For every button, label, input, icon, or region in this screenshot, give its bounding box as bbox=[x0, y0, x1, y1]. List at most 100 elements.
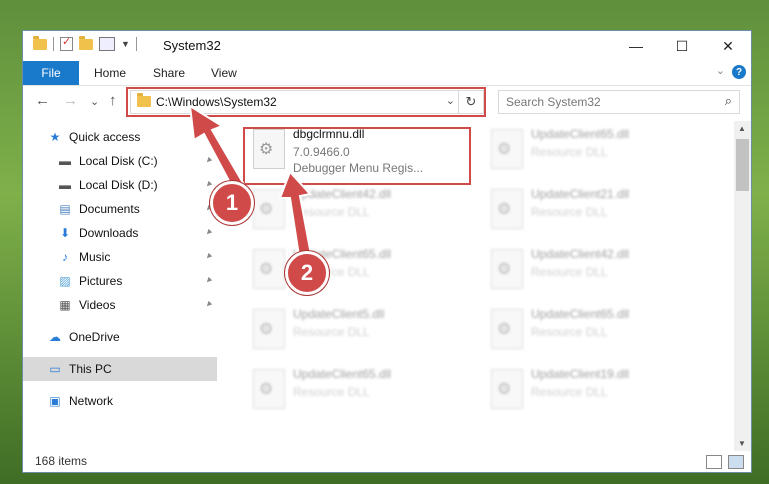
sidebar-item[interactable]: ♪ Music ▾ bbox=[23, 245, 217, 269]
file-item[interactable]: UpdateClient19.dll Resource DLL bbox=[483, 363, 705, 417]
file-name: UpdateClient65.dll bbox=[293, 367, 392, 381]
tab-file[interactable]: File bbox=[23, 61, 79, 85]
sidebar-item[interactable]: ▤ Documents ▾ bbox=[23, 197, 217, 221]
file-item[interactable]: UpdateClient65.dll Resource DLL bbox=[245, 363, 467, 417]
expand-ribbon-icon[interactable]: ⌄ bbox=[716, 64, 725, 77]
file-highlight-box bbox=[243, 127, 471, 185]
toolbar-separator bbox=[53, 37, 54, 51]
sidebar-item[interactable]: ⬇ Downloads ▾ bbox=[23, 221, 217, 245]
dll-file-icon bbox=[491, 249, 523, 289]
sidebar-item-label: Local Disk (C:) bbox=[79, 154, 158, 168]
file-type: Resource DLL bbox=[293, 385, 370, 399]
file-name: UpdateClient65.dll bbox=[531, 127, 630, 141]
file-item[interactable]: UpdateClient65.dll Resource DLL bbox=[483, 123, 705, 177]
item-count: 168 items bbox=[35, 454, 88, 468]
new-folder-icon[interactable] bbox=[79, 35, 93, 50]
navigation-bar: ← → ⌄ ↑ C:\Windows\System32 ⌄ ↻ Search S… bbox=[23, 86, 751, 118]
file-name: UpdateClient42.dll bbox=[293, 187, 392, 201]
help-icon[interactable]: ? bbox=[732, 65, 746, 79]
tab-home[interactable]: Home bbox=[94, 61, 126, 85]
pin-icon[interactable]: ▾ bbox=[203, 299, 214, 310]
file-name: UpdateClient19.dll bbox=[531, 367, 630, 381]
details-view-icon[interactable] bbox=[706, 455, 722, 469]
ribbon-tabs: File Home Share View ⌄ ? bbox=[23, 61, 751, 86]
sidebar-item[interactable]: ▬ Local Disk (C:) ▾ bbox=[23, 149, 217, 173]
network-icon: ▣ bbox=[49, 394, 61, 408]
file-item[interactable]: UpdateClient65.dllResource DLL bbox=[483, 303, 705, 357]
status-bar: 168 items bbox=[23, 451, 751, 472]
sidebar-item[interactable]: ▭ This PC bbox=[23, 357, 217, 381]
dll-file-icon bbox=[491, 309, 523, 349]
dll-file-icon bbox=[253, 309, 285, 349]
dll-file-icon bbox=[491, 369, 523, 409]
close-button[interactable]: ✕ bbox=[705, 31, 751, 61]
sidebar-item[interactable]: ▨ Pictures ▾ bbox=[23, 269, 217, 293]
search-placeholder: Search System32 bbox=[506, 95, 601, 109]
pin-icon[interactable]: ▾ bbox=[203, 227, 214, 238]
pictures-icon: ▨ bbox=[59, 274, 71, 288]
sidebar-item-label: Videos bbox=[79, 298, 116, 312]
properties-icon[interactable] bbox=[99, 37, 115, 51]
cloud-icon: ☁ bbox=[49, 330, 61, 344]
drive-icon: ▬ bbox=[59, 154, 71, 168]
tab-share[interactable]: Share bbox=[153, 61, 185, 85]
minimize-button[interactable]: — bbox=[613, 31, 659, 61]
address-highlight-box bbox=[126, 87, 486, 117]
file-item[interactable]: UpdateClient21.dll Resource DLL bbox=[483, 183, 705, 237]
pin-icon[interactable]: ▾ bbox=[203, 155, 214, 166]
file-item[interactable]: UpdateClient42.dll Resource DLL bbox=[245, 183, 467, 237]
star-icon: ★ bbox=[49, 130, 61, 144]
file-type: Resource DLL bbox=[293, 205, 370, 219]
large-icons-view-icon[interactable] bbox=[728, 455, 744, 469]
up-button[interactable]: ↑ bbox=[109, 92, 117, 109]
file-name: UpdateClient42.dll bbox=[531, 247, 630, 261]
pin-icon[interactable]: ▾ bbox=[203, 275, 214, 286]
customize-toolbar-icon[interactable]: ▼ bbox=[121, 39, 130, 49]
scroll-up-icon[interactable]: ▲ bbox=[738, 124, 746, 133]
dll-file-icon bbox=[253, 249, 285, 289]
sidebar-item[interactable]: ▦ Videos ▾ bbox=[23, 293, 217, 317]
file-item[interactable]: UpdateClient65.dllResource DLL bbox=[245, 243, 467, 297]
search-input[interactable]: Search System32 ⌕ bbox=[498, 90, 740, 114]
forward-button[interactable]: → bbox=[63, 92, 78, 109]
dll-file-icon bbox=[491, 129, 523, 169]
file-type: Resource DLL bbox=[531, 325, 608, 339]
file-item[interactable]: UpdateClient42.dll Resource DLL bbox=[483, 243, 705, 297]
scroll-down-icon[interactable]: ▼ bbox=[738, 439, 746, 448]
sidebar-item-label: Documents bbox=[79, 202, 140, 216]
search-icon[interactable]: ⌕ bbox=[725, 93, 732, 109]
sidebar-item[interactable]: ▬ Local Disk (D:) ▾ bbox=[23, 173, 217, 197]
toolbar-separator bbox=[135, 37, 137, 51]
file-name: UpdateClient5.dll bbox=[293, 307, 385, 321]
recent-locations-button[interactable]: ⌄ bbox=[90, 95, 99, 108]
documents-icon: ▤ bbox=[59, 202, 71, 216]
dll-file-icon bbox=[253, 369, 285, 409]
dll-file-icon bbox=[253, 189, 285, 229]
properties-check-icon[interactable] bbox=[60, 35, 73, 51]
back-button[interactable]: ← bbox=[35, 92, 50, 109]
file-type: Resource DLL bbox=[531, 145, 608, 159]
vertical-scrollbar[interactable]: ▲ ▼ bbox=[734, 121, 751, 451]
title-bar: ▼ System32 — ☐ ✕ bbox=[23, 31, 751, 61]
videos-icon: ▦ bbox=[59, 298, 71, 312]
sidebar-item[interactable]: ▣ Network bbox=[23, 389, 217, 413]
sidebar-item[interactable]: ★ Quick access bbox=[23, 125, 217, 149]
sidebar-item[interactable]: ☁ OneDrive bbox=[23, 325, 217, 349]
sidebar-item-label: Quick access bbox=[69, 130, 141, 144]
sidebar-item-label: Music bbox=[79, 250, 111, 264]
callout-badge-2: 2 bbox=[285, 251, 329, 295]
file-type: Resource DLL bbox=[293, 325, 370, 339]
window-title: System32 bbox=[163, 38, 221, 53]
sidebar-item-label: Pictures bbox=[79, 274, 123, 288]
file-item[interactable]: UpdateClient5.dll Resource DLL bbox=[245, 303, 467, 357]
dll-file-icon bbox=[491, 189, 523, 229]
tab-view[interactable]: View bbox=[211, 61, 237, 85]
scrollbar-thumb[interactable] bbox=[736, 139, 749, 191]
maximize-button[interactable]: ☐ bbox=[659, 31, 705, 61]
file-explorer-window: ▼ System32 — ☐ ✕ File Home Share View ⌄ … bbox=[23, 31, 751, 472]
sidebar-item-label: This PC bbox=[69, 362, 112, 376]
drive-icon: ▬ bbox=[59, 178, 71, 192]
pin-icon[interactable]: ▾ bbox=[203, 251, 214, 262]
callout-badge-1: 1 bbox=[210, 181, 254, 225]
pin-icon[interactable]: ▾ bbox=[203, 179, 214, 190]
